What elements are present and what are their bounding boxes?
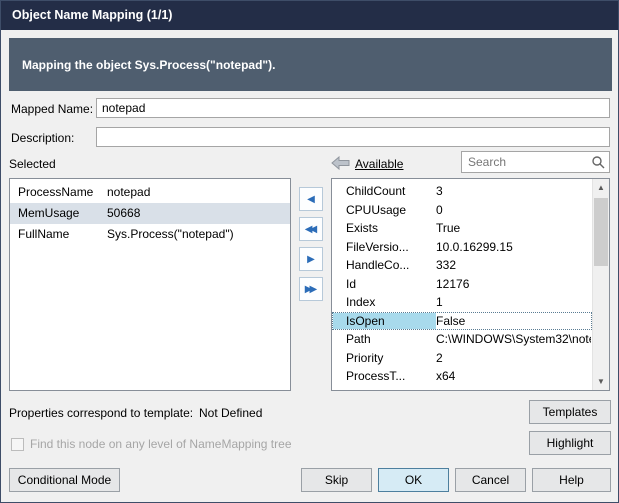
property-value: True — [436, 220, 591, 237]
property-name: CPUUsage — [333, 202, 436, 219]
available-row[interactable]: CPUUsage 0 — [332, 201, 592, 220]
scroll-down-icon: ▼ — [597, 377, 605, 386]
property-value: 2 — [436, 350, 591, 367]
property-name: Index — [333, 294, 436, 311]
conditional-mode-button[interactable]: Conditional Mode — [9, 468, 120, 492]
object-name-mapping-dialog: { "window": { "title": "Object Name Mapp… — [0, 0, 619, 503]
search-input[interactable] — [461, 151, 610, 173]
property-value: 12176 — [436, 276, 591, 293]
help-button[interactable]: Help — [532, 468, 611, 492]
property-name: Path — [333, 331, 436, 348]
available-row[interactable]: HandleCo... 332 — [332, 256, 592, 275]
back-arrow-icon — [331, 156, 350, 170]
selected-row[interactable]: ProcessName notepad — [10, 182, 290, 203]
property-value: C:\WINDOWS\System32\note... — [436, 331, 591, 348]
mapping-banner: Mapping the object Sys.Process("notepad"… — [9, 38, 612, 91]
move-all-left-button[interactable]: ◀◀ — [299, 217, 323, 241]
available-row[interactable]: Index 1 — [332, 293, 592, 312]
available-row[interactable]: Path C:\WINDOWS\System32\note... — [332, 330, 592, 349]
scroll-up-button[interactable]: ▲ — [593, 179, 609, 196]
mapped-name-label: Mapped Name: — [11, 99, 93, 119]
property-name: Priority — [333, 350, 436, 367]
move-right-button[interactable]: ▶ — [299, 247, 323, 271]
template-label: Properties correspond to template: — [9, 403, 193, 423]
double-right-arrow-icon: ▶▶ — [305, 284, 314, 295]
cancel-button[interactable]: Cancel — [455, 468, 526, 492]
property-value: 3 — [436, 183, 591, 200]
available-row[interactable]: ChildCount 3 — [332, 182, 592, 201]
property-value: 0 — [436, 202, 591, 219]
available-row[interactable]: FileVersio... 10.0.16299.15 — [332, 238, 592, 257]
search-icon — [591, 155, 605, 169]
available-row[interactable]: Priority 2 — [332, 349, 592, 368]
find-node-checkbox-label: Find this node on any level of NameMappi… — [30, 434, 292, 454]
property-name: FileVersio... — [333, 239, 436, 256]
banner-text: Mapping the object Sys.Process("notepad"… — [22, 58, 275, 72]
property-name: ProcessT... — [333, 368, 436, 385]
move-left-button[interactable]: ◀ — [299, 187, 323, 211]
find-node-checkbox[interactable] — [11, 438, 24, 451]
description-input[interactable] — [96, 127, 610, 147]
property-value: False — [436, 313, 591, 330]
available-row[interactable]: Id 12176 — [332, 275, 592, 294]
property-value: 332 — [436, 257, 591, 274]
selected-panel-label: Selected — [9, 154, 56, 174]
available-panel-label: Available — [355, 154, 403, 174]
property-name: Id — [333, 276, 436, 293]
property-value: Sys.Process("notepad") — [107, 224, 290, 245]
window-title: Object Name Mapping (1/1) — [12, 8, 172, 22]
double-left-arrow-icon: ◀◀ — [305, 224, 314, 235]
property-value: notepad — [107, 182, 290, 203]
selected-row[interactable]: FullName Sys.Process("notepad") — [10, 224, 290, 245]
ok-button[interactable]: OK — [378, 468, 449, 492]
property-name: IsOpen — [333, 313, 436, 330]
skip-button[interactable]: Skip — [301, 468, 372, 492]
property-name: FullName — [10, 224, 107, 245]
description-label: Description: — [11, 128, 74, 148]
property-name: Exists — [333, 220, 436, 237]
template-value: Not Defined — [199, 403, 262, 423]
property-value: 1 — [436, 294, 591, 311]
property-name: HandleCo... — [333, 257, 436, 274]
scroll-down-button[interactable]: ▼ — [593, 373, 609, 390]
scrollbar-thumb[interactable] — [594, 198, 608, 266]
left-arrow-icon: ◀ — [307, 194, 315, 205]
vertical-scrollbar[interactable]: ▲ ▼ — [592, 179, 609, 390]
templates-button[interactable]: Templates — [529, 400, 611, 424]
scroll-up-icon: ▲ — [597, 183, 605, 192]
available-properties-list[interactable]: ChildCount 3 CPUUsage 0 Exists True File… — [331, 178, 610, 391]
available-row[interactable]: Exists True — [332, 219, 592, 238]
selected-properties-list[interactable]: ProcessName notepad MemUsage 50668 FullN… — [9, 178, 291, 391]
search-box — [461, 151, 610, 173]
mapped-name-input[interactable] — [96, 98, 610, 118]
property-name: ProcessName — [10, 182, 107, 203]
right-arrow-icon: ▶ — [307, 254, 315, 265]
title-bar[interactable]: Object Name Mapping (1/1) — [1, 1, 618, 30]
available-row[interactable]: ProcessT... x64 — [332, 367, 592, 386]
property-value: 10.0.16299.15 — [436, 239, 591, 256]
property-name: ChildCount — [333, 183, 436, 200]
selected-row[interactable]: MemUsage 50668 — [10, 203, 290, 224]
highlight-button[interactable]: Highlight — [529, 431, 611, 455]
property-name: MemUsage — [10, 203, 107, 224]
available-row-selected[interactable]: IsOpen False — [332, 312, 592, 331]
move-all-right-button[interactable]: ▶▶ — [299, 277, 323, 301]
property-value: x64 — [436, 368, 591, 385]
property-value: 50668 — [107, 203, 290, 224]
